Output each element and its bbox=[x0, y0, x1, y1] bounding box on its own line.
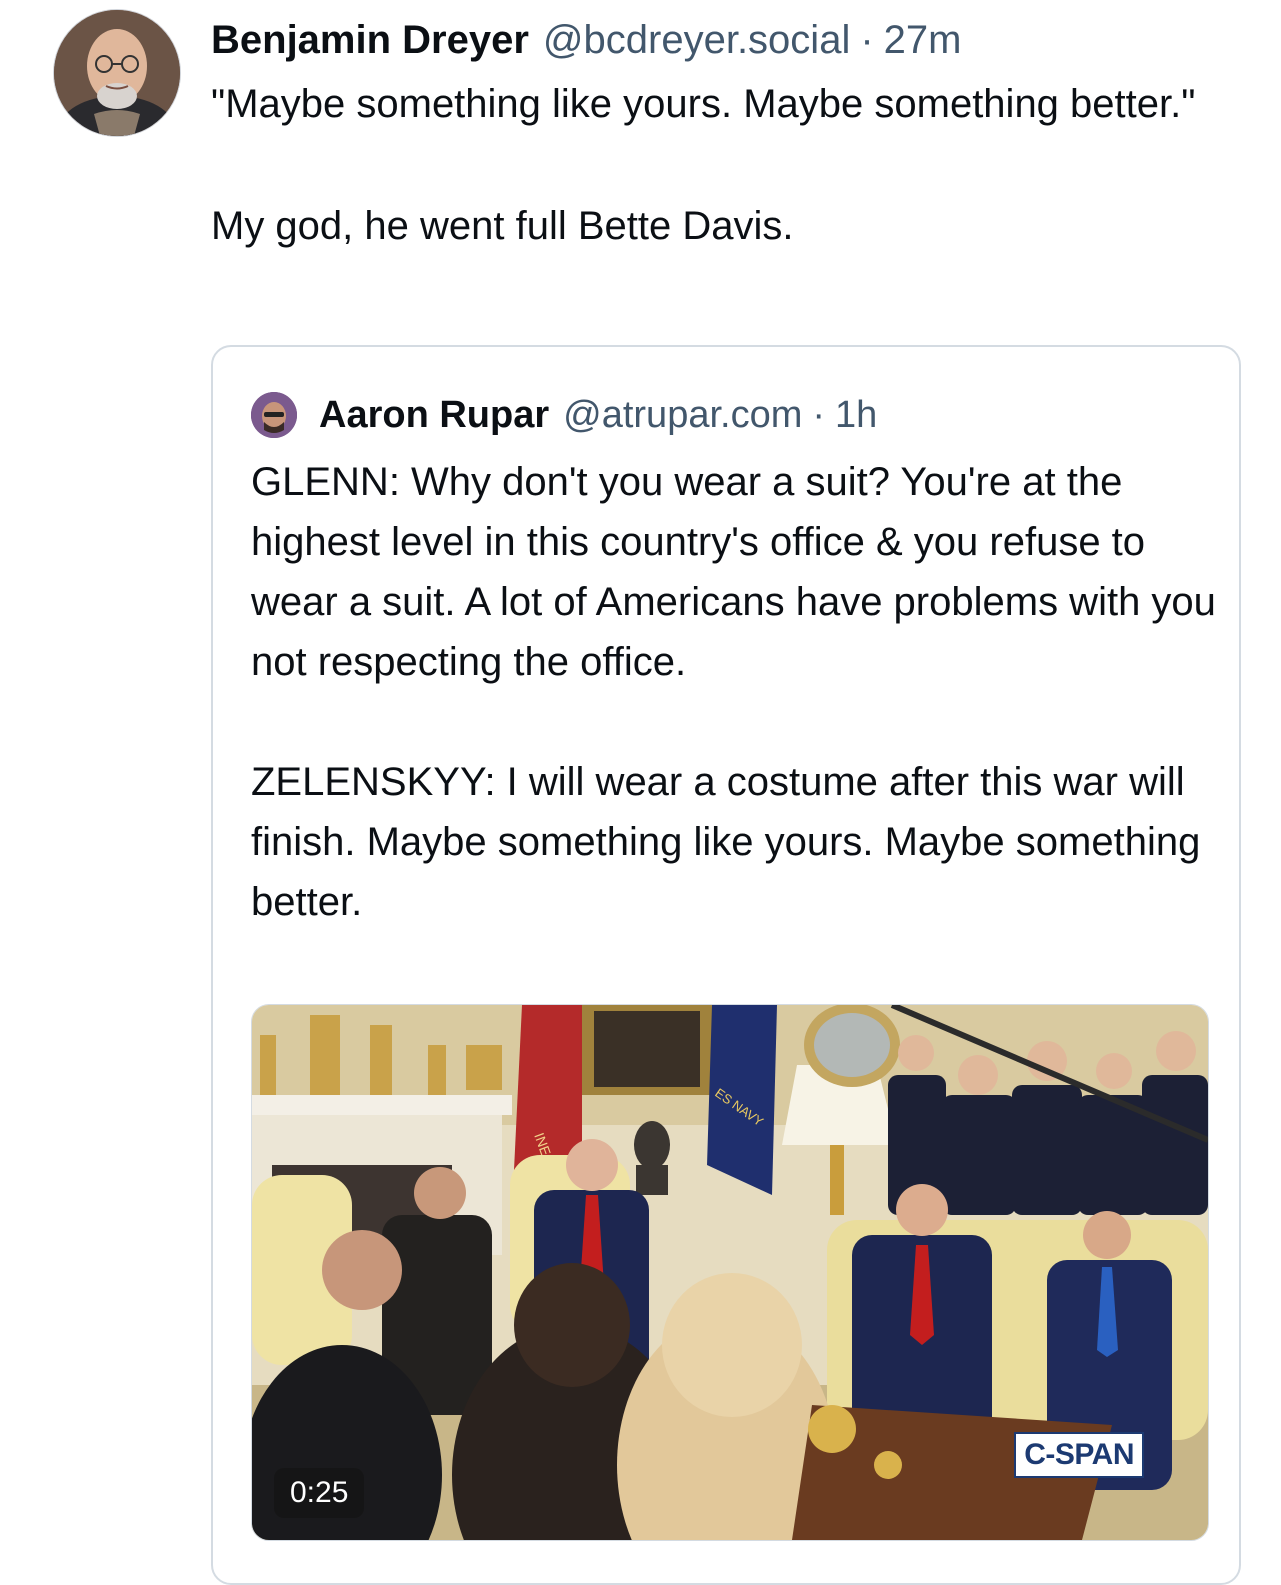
author-handle[interactable]: @bcdreyer.social bbox=[543, 12, 850, 68]
post-timestamp[interactable]: 27m bbox=[884, 12, 962, 68]
video-player[interactable]: INE COR ES NAVY bbox=[251, 1004, 1209, 1541]
author-avatar[interactable] bbox=[54, 10, 180, 136]
quoted-post-header: Aaron Rupar @atrupar.com · 1h bbox=[251, 387, 877, 443]
quoted-author-handle[interactable]: @atrupar.com bbox=[563, 387, 802, 443]
video-duration-badge: 0:25 bbox=[274, 1468, 365, 1518]
quoted-paragraph: GLENN: Why don't you wear a suit? You're… bbox=[251, 460, 1216, 684]
quoted-author-name[interactable]: Aaron Rupar bbox=[319, 387, 549, 443]
quoted-post-text: GLENN: Why don't you wear a suit? You're… bbox=[251, 452, 1226, 932]
post-paragraph: "Maybe something like yours. Maybe somet… bbox=[211, 82, 1196, 126]
quoted-post-card[interactable]: Aaron Rupar @atrupar.com · 1h GLENN: Why… bbox=[211, 345, 1241, 1585]
quoted-paragraph: ZELENSKYY: I will wear a costume after t… bbox=[251, 760, 1201, 924]
author-name[interactable]: Benjamin Dreyer bbox=[211, 12, 529, 68]
cspan-watermark: C-SPAN bbox=[1014, 1432, 1144, 1478]
author-avatar-image bbox=[54, 10, 180, 136]
quoted-post-timestamp[interactable]: 1h bbox=[835, 387, 877, 443]
quoted-author-avatar-image bbox=[251, 392, 297, 438]
separator-dot: · bbox=[860, 18, 874, 62]
post: Benjamin Dreyer @bcdreyer.social · 27m "… bbox=[0, 0, 1281, 1585]
quoted-author-avatar[interactable] bbox=[251, 392, 297, 438]
post-text: "Maybe something like yours. Maybe somet… bbox=[211, 74, 1251, 257]
separator-dot: · bbox=[812, 394, 826, 436]
post-header: Benjamin Dreyer @bcdreyer.social · 27m bbox=[211, 12, 961, 68]
post-paragraph: My god, he went full Bette Davis. bbox=[211, 204, 794, 248]
